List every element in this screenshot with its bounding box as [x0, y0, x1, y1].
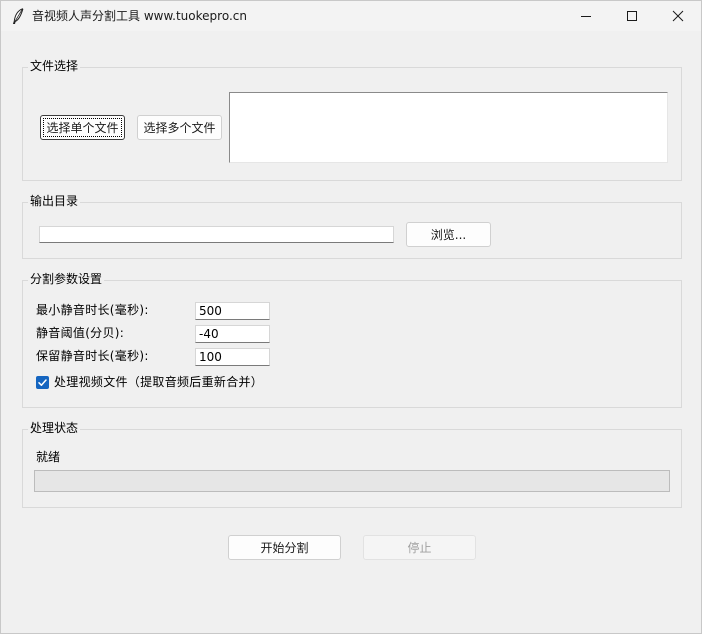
- stop-button[interactable]: 停止: [363, 535, 476, 560]
- select-single-file-label: 选择单个文件: [46, 120, 119, 135]
- close-button[interactable]: [655, 1, 701, 31]
- silence-threshold-input[interactable]: [195, 325, 270, 343]
- start-split-button[interactable]: 开始分割: [228, 535, 341, 560]
- status-text: 就绪: [36, 450, 61, 464]
- browse-button[interactable]: 浏览...: [406, 222, 491, 247]
- select-multiple-files-label: 选择多个文件: [143, 120, 216, 135]
- process-video-checkbox[interactable]: [36, 376, 49, 389]
- keep-silence-input[interactable]: [195, 348, 270, 366]
- app-window: 音视频人声分割工具 www.tuokepro.cn 文件选择 选择单个文件 选择…: [0, 0, 702, 634]
- stop-button-label: 停止: [407, 540, 432, 555]
- min-silence-label: 最小静音时长(毫秒):: [36, 303, 149, 317]
- silence-threshold-label: 静音阈值(分贝):: [36, 326, 125, 340]
- maximize-icon: [627, 11, 637, 21]
- min-silence-input[interactable]: [195, 302, 270, 320]
- checkmark-icon: [38, 379, 47, 386]
- close-icon: [672, 10, 684, 22]
- minimize-icon: [581, 16, 591, 17]
- output-dir-input[interactable]: [39, 226, 394, 243]
- minimize-button[interactable]: [563, 1, 609, 31]
- title-bar[interactable]: 音视频人声分割工具 www.tuokepro.cn: [1, 1, 701, 31]
- file-select-group-label: 文件选择: [28, 59, 81, 73]
- status-group-label: 处理状态: [28, 421, 81, 435]
- window-title: 音视频人声分割工具 www.tuokepro.cn: [32, 9, 247, 23]
- selected-files-list[interactable]: [229, 92, 668, 163]
- maximize-button[interactable]: [609, 1, 655, 31]
- split-params-group-label: 分割参数设置: [28, 272, 105, 286]
- start-split-label: 开始分割: [260, 540, 309, 555]
- select-single-file-button[interactable]: 选择单个文件: [40, 115, 125, 140]
- browse-button-label: 浏览...: [430, 227, 467, 242]
- progress-bar: [34, 470, 670, 492]
- output-dir-group-label: 输出目录: [28, 194, 81, 208]
- status-group: [22, 429, 682, 508]
- feather-icon: [12, 8, 24, 24]
- keep-silence-label: 保留静音时长(毫秒):: [36, 349, 149, 363]
- select-multiple-files-button[interactable]: 选择多个文件: [137, 115, 222, 140]
- process-video-label[interactable]: 处理视频文件（提取音频后重新合并）: [54, 375, 263, 389]
